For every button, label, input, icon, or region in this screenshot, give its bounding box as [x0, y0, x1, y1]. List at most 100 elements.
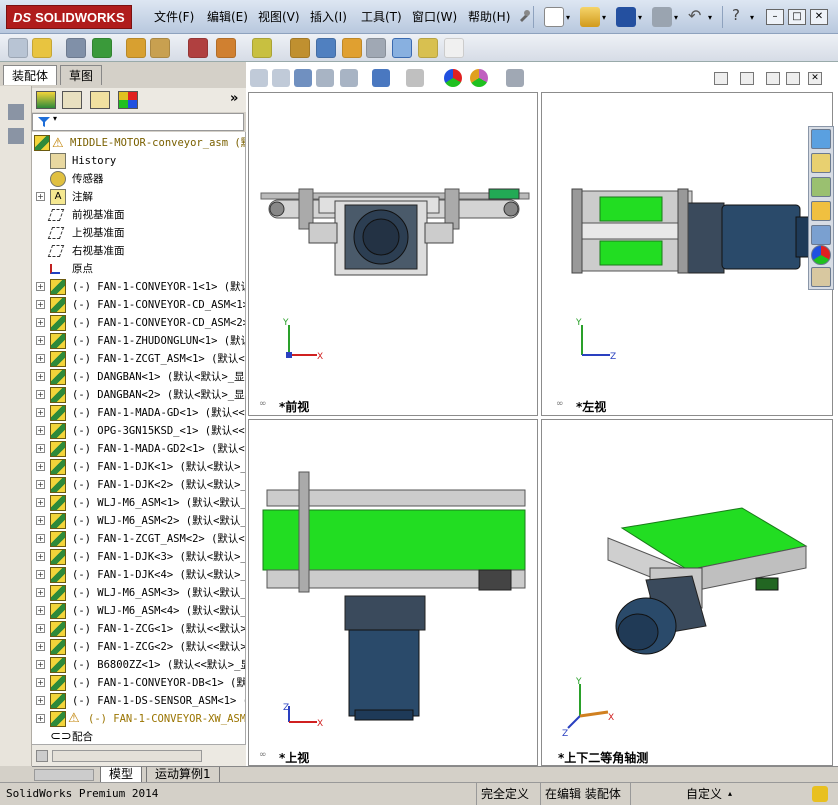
expand-icon[interactable]: + [36, 462, 45, 471]
link-view-icon[interactable]: ∞ [259, 399, 267, 409]
tree-item[interactable]: + A 注解 [32, 188, 245, 206]
tree-item[interactable]: 右视基准面 [32, 242, 245, 260]
tree-item[interactable]: + (-) FAN-1-ZCGT_ASM<1> (默认<默 [32, 350, 245, 368]
insert-component-icon[interactable] [32, 38, 52, 58]
link-view-icon[interactable]: ∞ [556, 399, 564, 409]
expand-icon[interactable]: + [36, 354, 45, 363]
tree-item[interactable]: + (-) FAN-1-ZCG<1> (默认<<默认> [32, 620, 245, 638]
home-icon[interactable] [811, 153, 831, 173]
expand-icon[interactable]: + [36, 552, 45, 561]
expand-icon[interactable]: + [36, 714, 45, 723]
expand-icon[interactable]: + [36, 678, 45, 687]
expand-icon[interactable]: + [36, 192, 45, 201]
feature-tree-icon[interactable] [36, 91, 56, 109]
new-document-icon[interactable] [544, 7, 564, 27]
menu-item[interactable]: 编辑(E) [203, 0, 252, 34]
smart-fasteners-icon[interactable] [252, 38, 272, 58]
tree-item[interactable]: History [32, 152, 245, 170]
expand-icon[interactable]: + [36, 534, 45, 543]
expand-icon[interactable]: + [36, 624, 45, 633]
open-folder-icon[interactable] [580, 7, 600, 27]
tree-item[interactable]: + (-) FAN-1-DJK<1> (默认<默认>_ [32, 458, 245, 476]
tree-item[interactable]: + (-) WLJ-M6_ASM<2> (默认<默认_ [32, 512, 245, 530]
tree-item[interactable]: + (-) FAN-1-ZCG<2> (默认<<默认> [32, 638, 245, 656]
expand-icon[interactable]: + [36, 408, 45, 417]
expand-icon[interactable]: + [36, 660, 45, 669]
expand-panel-icon[interactable]: » [230, 91, 238, 106]
close-icon[interactable]: ✕ [810, 9, 828, 25]
menu-item[interactable]: 视图(V) [254, 0, 304, 34]
design-library-icon[interactable] [811, 177, 831, 197]
save-icon[interactable] [616, 7, 636, 27]
view-pane-top[interactable]: Z X ∞ *上视 [248, 419, 538, 766]
menu-item[interactable]: 帮助(H) [464, 0, 514, 34]
bill-of-materials-icon[interactable] [366, 38, 386, 58]
scroll-left-icon[interactable] [36, 750, 48, 762]
help-icon[interactable]: ? [732, 6, 740, 24]
view-pane-isometric[interactable]: Y Z X *上下二等角轴测 [541, 419, 833, 766]
rotate-component-icon[interactable] [150, 38, 170, 58]
solidworks-logo[interactable]: DS SOLIDWORKS [6, 5, 132, 29]
chevron-up-icon[interactable]: ▴ [728, 783, 732, 805]
expand-icon[interactable]: + [36, 390, 45, 399]
tree-item[interactable]: + (-) FAN-1-DJK<2> (默认<默认>_ [32, 476, 245, 494]
tile-icon[interactable] [714, 72, 728, 85]
previous-view-icon[interactable] [294, 69, 312, 87]
expand-icon[interactable]: + [36, 426, 45, 435]
appearances-icon[interactable] [811, 245, 831, 265]
reference-geometry-icon[interactable] [290, 38, 310, 58]
tree-item[interactable]: + (-) WLJ-M6_ASM<3> (默认<默认_ [32, 584, 245, 602]
tree-item[interactable]: + (-) FAN-1-MADA-GD<1> (默认<<默 [32, 404, 245, 422]
tab-sketch[interactable]: 草图 [60, 65, 103, 85]
maximize-icon[interactable]: □ [788, 9, 806, 25]
tree-item[interactable]: 前视基准面 [32, 206, 245, 224]
file-explorer-icon[interactable] [811, 201, 831, 221]
expand-icon[interactable]: + [36, 300, 45, 309]
expand-icon[interactable]: + [36, 372, 45, 381]
edit-appearance-icon[interactable] [444, 69, 462, 87]
chevron-down-icon[interactable]: ▾ [750, 13, 754, 22]
chevron-down-icon[interactable]: ▾ [566, 13, 570, 22]
tree-item[interactable]: + (-) FAN-1-ZCGT_ASM<2> (默认<默 [32, 530, 245, 548]
chevron-down-icon[interactable]: ▾ [638, 13, 642, 22]
tree-item[interactable]: + (-) WLJ-M6_ASM<1> (默认<默认_ [32, 494, 245, 512]
hide-show-icon[interactable] [406, 69, 424, 87]
property-manager-icon[interactable] [62, 91, 82, 109]
tab-scroll-buttons[interactable] [34, 769, 94, 781]
section-view-icon[interactable] [316, 69, 334, 87]
view-palette-icon[interactable] [811, 225, 831, 245]
command-icon[interactable] [8, 128, 24, 144]
large-assembly-icon[interactable] [444, 38, 464, 58]
tree-item[interactable]: ⊂⊃ 配合 [32, 728, 245, 744]
tree-item[interactable]: + (-) FAN-1-CONVEYOR-1<1> (默认 [32, 278, 245, 296]
tree-item[interactable]: + ⚠ (-) FAN-1-CONVEYOR-XW_ASM< [32, 710, 245, 728]
chevron-down-icon[interactable]: ▾ [53, 114, 57, 123]
view-orientation-icon[interactable] [340, 69, 358, 87]
print-icon[interactable] [652, 7, 672, 27]
expand-icon[interactable]: + [36, 516, 45, 525]
tree-item[interactable]: + (-) DANGBAN<1> (默认<默认>_显 [32, 368, 245, 386]
instant3d-icon[interactable] [392, 38, 412, 58]
menu-item[interactable]: 文件(F) [150, 0, 198, 34]
tree-item[interactable]: + (-) FAN-1-DS-SENSOR_ASM<1> (默 [32, 692, 245, 710]
apply-scene-icon[interactable] [470, 69, 488, 87]
expand-icon[interactable]: + [36, 570, 45, 579]
expand-icon[interactable]: + [36, 588, 45, 597]
tab-assembly[interactable]: 装配体 [3, 65, 58, 85]
tree-item[interactable]: + (-) FAN-1-DJK<4> (默认<默认>_ [32, 566, 245, 584]
assembly-icon[interactable] [8, 38, 28, 58]
new-motion-study-icon[interactable] [342, 38, 362, 58]
expand-icon[interactable]: + [36, 696, 45, 705]
expand-icon[interactable]: + [36, 282, 45, 291]
pin-icon[interactable] [516, 8, 532, 24]
view-pane-left[interactable]: Y Z ∞ *左视 [541, 92, 833, 416]
tab-model[interactable]: 模型 [100, 767, 143, 783]
configuration-manager-icon[interactable] [90, 91, 110, 109]
view-settings-icon[interactable] [506, 69, 524, 87]
zoom-to-fit-icon[interactable] [250, 69, 268, 87]
scroll-thumb[interactable] [52, 750, 202, 762]
snapshot-icon[interactable] [418, 38, 438, 58]
minimize-icon[interactable] [766, 72, 780, 85]
tree-root[interactable]: ⚠ MIDDLE-MOTOR-conveyor_asm (默 [32, 134, 245, 152]
tree-horizontal-scrollbar[interactable] [32, 744, 246, 766]
